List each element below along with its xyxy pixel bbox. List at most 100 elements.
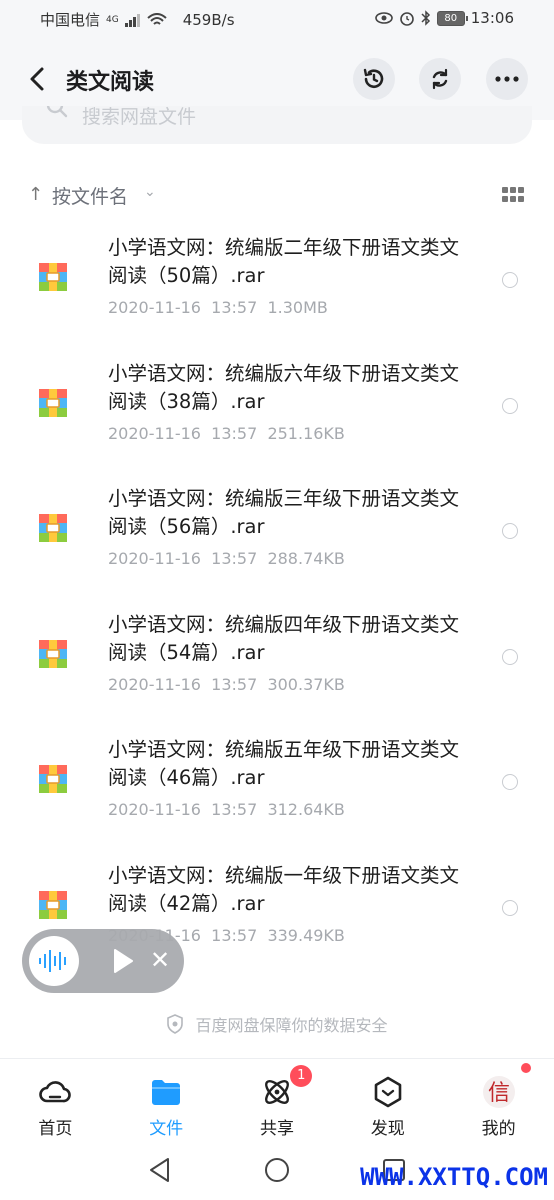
rar-archive-icon <box>39 639 67 668</box>
status-left: 中国电信 4G 459B/s <box>40 9 235 30</box>
sort-bar: ↑ 按文件名 ⌄ <box>0 170 554 216</box>
grid-icon <box>502 187 508 193</box>
nav-home[interactable]: 首页 <box>0 1059 111 1143</box>
refresh-icon <box>432 68 448 90</box>
nav-me[interactable]: 信 我的 <box>443 1059 554 1143</box>
file-date: 2020-11-16 13:57 <box>108 800 258 820</box>
file-meta: 2020-11-16 13:57 1.30MB <box>108 298 328 317</box>
page-title: 类文阅读 <box>66 70 155 95</box>
history-button[interactable] <box>353 58 395 100</box>
file-row[interactable]: 小学语文网：统编版五年级下册语文类文阅读（46篇）.rar 2020-11-16 … <box>0 724 554 850</box>
sync-button[interactable] <box>419 58 461 100</box>
battery-icon: 80 <box>436 10 468 26</box>
folder-icon <box>152 1080 181 1105</box>
file-date: 2020-11-16 13:57 <box>108 549 258 569</box>
network-label: 4G <box>106 14 119 25</box>
file-meta: 2020-11-16 13:57 288.74KB <box>108 549 345 568</box>
audio-player: ✕ <box>22 929 184 993</box>
file-meta: 2020-11-16 13:57 312.64KB <box>108 800 345 819</box>
file-meta: 2020-11-16 13:57 300.37KB <box>108 675 345 694</box>
file-size: 300.37KB <box>267 674 345 694</box>
nav-me-label: 我的 <box>481 1119 516 1139</box>
search-placeholder: 搜索网盘文件 <box>82 106 197 128</box>
file-row[interactable]: 小学语文网：统编版二年级下册语文类文阅读（50篇）.rar 2020-11-16 … <box>0 222 554 348</box>
file-list: 小学语文网：统编版二年级下册语文类文阅读（50篇）.rar 2020-11-16 … <box>0 222 554 976</box>
file-date: 2020-11-16 13:57 <box>108 674 258 694</box>
alarm-icon <box>399 12 414 26</box>
shield-icon <box>167 1014 184 1034</box>
more-button[interactable] <box>486 58 528 100</box>
bottom-nav: 首页 文件 1 共享 发现 信 我的 <box>0 1058 554 1143</box>
file-name: 小学语文网：统编版四年级下册语文类文阅读（54篇）.rar <box>108 612 460 664</box>
file-name: 小学语文网：统编版六年级下册语文类文阅读（38篇）.rar <box>108 361 460 413</box>
rar-archive-icon <box>39 765 67 794</box>
select-checkbox[interactable] <box>502 899 518 916</box>
file-size: 251.16KB <box>267 423 345 443</box>
discover-icon <box>374 1076 402 1108</box>
select-checkbox[interactable] <box>502 272 518 288</box>
bluetooth-icon <box>421 10 430 26</box>
triangle-back-icon[interactable] <box>146 1156 174 1184</box>
file-name: 小学语文网：统编版五年级下册语文类文阅读（46篇）.rar <box>108 738 460 790</box>
sort-selector[interactable]: 按文件名 <box>52 182 128 209</box>
close-icon[interactable]: ✕ <box>150 945 170 975</box>
watermark: WWW.XXTTQ.COM <box>360 1163 548 1191</box>
file-size: 312.64KB <box>267 800 345 820</box>
file-date: 2020-11-16 13:57 <box>108 423 258 443</box>
file-meta: 2020-11-16 13:57 251.16KB <box>108 424 345 443</box>
avatar: 信 <box>482 1076 515 1108</box>
nav-files-label: 文件 <box>149 1119 184 1139</box>
nav-share[interactable]: 1 共享 <box>222 1059 333 1143</box>
file-size: 288.74KB <box>267 549 345 569</box>
rar-archive-icon <box>39 263 67 291</box>
play-icon[interactable] <box>108 947 136 975</box>
select-checkbox[interactable] <box>502 774 518 791</box>
grid-view-button[interactable] <box>502 187 524 203</box>
circle-home-icon[interactable] <box>263 1156 291 1184</box>
cloud-icon <box>39 1081 72 1103</box>
file-row[interactable]: 小学语文网：统编版四年级下册语文类文阅读（54篇）.rar 2020-11-16 … <box>0 599 554 725</box>
file-size: 339.49KB <box>267 925 345 945</box>
atom-icon <box>265 1080 289 1104</box>
file-date: 2020-11-16 13:57 <box>108 298 258 317</box>
chevron-left-icon <box>30 67 44 91</box>
security-text: 百度网盘保障你的数据安全 <box>195 1016 388 1035</box>
notification-dot <box>520 1063 531 1073</box>
file-name: 小学语文网：统编版一年级下册语文类文阅读（42篇）.rar <box>108 863 460 915</box>
file-name: 小学语文网：统编版二年级下册语文类文阅读（50篇）.rar <box>108 236 460 287</box>
rar-archive-icon <box>39 388 67 417</box>
nav-home-label: 首页 <box>38 1119 73 1139</box>
rar-archive-icon <box>39 514 67 543</box>
nav-discover[interactable]: 发现 <box>332 1059 443 1143</box>
file-row[interactable]: 小学语文网：统编版六年级下册语文类文阅读（38篇）.rar 2020-11-16 … <box>0 348 554 474</box>
rar-archive-icon <box>39 890 67 919</box>
sound-wave-icon <box>39 950 66 972</box>
history-icon <box>363 68 384 88</box>
nav-files[interactable]: 文件 <box>111 1059 222 1143</box>
search-icon <box>46 106 68 118</box>
select-checkbox[interactable] <box>502 523 518 540</box>
status-right: 80 13:06 <box>374 9 514 27</box>
audio-wave-button[interactable] <box>29 936 79 986</box>
signal-icon <box>124 13 140 27</box>
file-size: 1.30MB <box>267 298 328 317</box>
select-checkbox[interactable] <box>502 648 518 665</box>
chevron-down-icon[interactable]: ⌄ <box>144 184 156 200</box>
file-row[interactable]: 小学语文网：统编版三年级下册语文类文阅读（56篇）.rar 2020-11-16 … <box>0 473 554 599</box>
net-speed: 459B/s <box>182 10 235 29</box>
file-name: 小学语文网：统编版三年级下册语文类文阅读（56篇）.rar <box>108 487 460 539</box>
eye-icon <box>374 12 393 24</box>
svg-text:信: 信 <box>488 1081 510 1106</box>
search-bar[interactable]: 搜索网盘文件 <box>22 106 532 144</box>
carrier-label: 中国电信 <box>40 11 101 29</box>
status-bar: 中国电信 4G 459B/s 80 13:06 <box>0 0 554 38</box>
security-note: 百度网盘保障你的数据安全 <box>0 1012 554 1042</box>
more-icon <box>495 76 519 82</box>
share-badge: 1 <box>290 1065 313 1087</box>
wifi-icon <box>147 12 167 25</box>
back-button[interactable] <box>24 62 54 96</box>
clock: 13:06 <box>470 9 514 27</box>
sort-up-icon: ↑ <box>28 184 44 205</box>
nav-share-label: 共享 <box>259 1119 294 1139</box>
select-checkbox[interactable] <box>502 397 518 414</box>
